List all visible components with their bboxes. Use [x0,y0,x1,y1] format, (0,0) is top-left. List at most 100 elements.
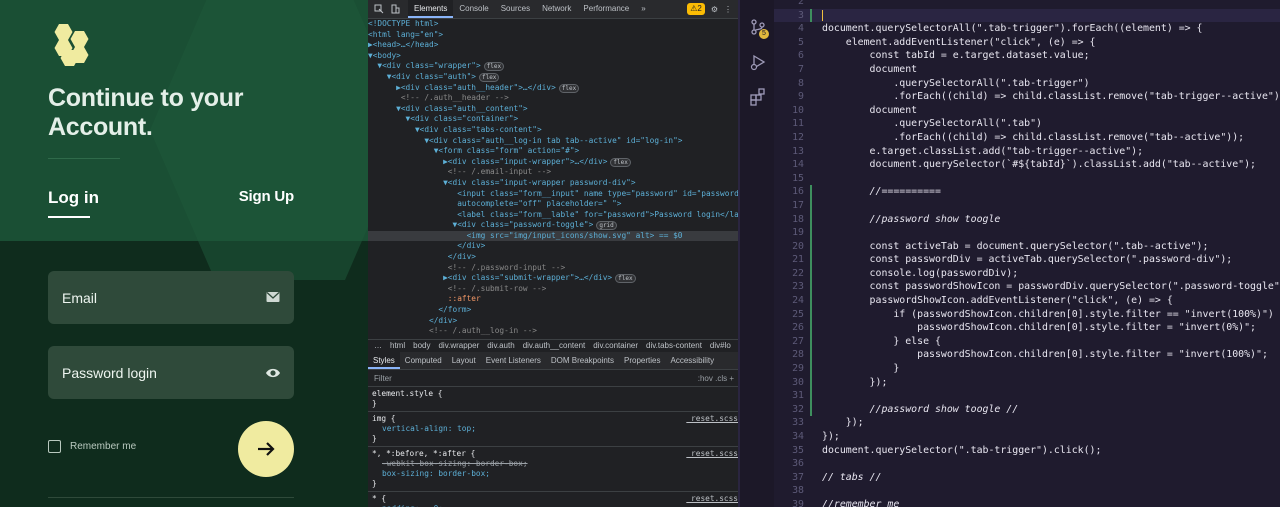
dom-node-row[interactable]: <label class="form__lable" for="password… [368,210,738,221]
code-line[interactable]: 8 .querySelectorAll(".tab-trigger") [774,77,1280,91]
remember-checkbox[interactable] [48,440,61,453]
kebab-menu-icon[interactable]: ⋮ [724,5,732,14]
dom-node-row[interactable]: </div> [368,252,738,263]
dom-node-row[interactable]: ▶<head>…</head> [368,40,738,51]
tab-sources[interactable]: Sources [495,0,536,18]
subtab-properties[interactable]: Properties [619,352,665,369]
code-line[interactable]: 20 const activeTab = document.querySelec… [774,239,1280,254]
dom-node-row[interactable]: ▼<div class="container"> [368,114,738,125]
style-source-link[interactable]: _reset.scss [686,449,738,459]
breadcrumb-item[interactable]: … [374,341,382,350]
breadcrumb-item[interactable]: div.wrapper [438,341,479,350]
code-line[interactable]: 7 document [774,63,1280,77]
code-line[interactable]: 21 const passwordDiv = activeTab.querySe… [774,253,1280,267]
subtab-dom-breakpoints[interactable]: DOM Breakpoints [546,352,619,369]
dom-node-row[interactable]: <!-- /.submit-row --> [368,284,738,295]
tab-elements[interactable]: Elements [408,0,454,18]
code-line[interactable]: 9 .forEach((child) => child.classList.re… [774,90,1280,104]
tab-network[interactable]: Network [536,0,577,18]
code-line[interactable]: 13 e.target.classList.add("tab-trigger--… [774,145,1280,159]
remember-me[interactable]: Remember me [48,440,136,453]
code-line[interactable]: 37 // tabs // [774,471,1280,485]
style-rule[interactable]: * {padding: ▸ 0;_reset.scss [368,492,738,507]
breadcrumb-item[interactable]: div#lo [710,341,731,350]
breadcrumb-item[interactable]: html [390,341,405,350]
dom-node-row[interactable]: ▼<div class="auth__content"> [368,104,738,115]
inspect-icon[interactable] [374,4,384,14]
password-input[interactable] [48,346,294,399]
eye-icon[interactable] [265,367,281,379]
tab-performance[interactable]: Performance [577,0,635,18]
warnings-badge[interactable]: ⚠2 [687,3,705,15]
dom-node-row[interactable]: <!DOCTYPE html> [368,19,738,30]
breadcrumb-item[interactable]: div.container [593,341,638,350]
style-property[interactable]: -webkit-box-sizing: border-box; [372,459,734,469]
style-property[interactable]: vertical-align: top; [372,424,734,434]
dom-node-row[interactable]: <html lang="en"> [368,30,738,41]
code-line[interactable]: 3 [774,8,1280,23]
dom-node-row[interactable]: <!-- /.auth__header --> [368,93,738,104]
dom-node-row[interactable]: ▶<div class="submit-wrapper">…</div> flex [368,273,738,284]
password-field[interactable] [48,346,294,399]
code-line[interactable]: 14 document.querySelector(`#${tabId}`).c… [774,158,1280,172]
more-tabs-button[interactable]: » [635,0,651,18]
code-line[interactable]: 26 passwordShowIcon.children[0].style.fi… [774,321,1280,335]
dom-node-row[interactable]: <!-- /.email-input --> [368,167,738,178]
code-line[interactable]: 28 passwordShowIcon.children[0].style.fi… [774,348,1280,363]
code-line[interactable]: 30 }); [774,375,1280,390]
subtab-event-listeners[interactable]: Event Listeners [481,352,546,369]
code-line[interactable]: 12 .forEach((child) => child.classList.r… [774,131,1280,145]
code-area[interactable]: 2 3 4 document.querySelectorAll(".tab-trigg… [774,0,1280,507]
dom-node-row[interactable]: </form> [368,305,738,316]
filter-tools[interactable]: :hov .cls + [698,374,734,383]
gear-icon[interactable]: ⚙ [711,5,718,14]
code-line[interactable]: 35 document.querySelector(".tab-trigger")… [774,444,1280,458]
dom-node-row[interactable]: ::after [368,294,738,305]
dom-node-row[interactable]: <img src="img/input_icons/show.svg" alt>… [368,230,738,242]
code-line[interactable]: 19 [774,226,1280,240]
layout-badge[interactable]: grid [596,221,617,231]
dom-node-row[interactable]: ▼<div class="auth__log-in tab tab--activ… [368,136,738,147]
styles-filter-input[interactable] [368,372,698,384]
dom-node-row[interactable]: <!-- /.password-input --> [368,263,738,274]
code-line[interactable]: 27 } else { [774,334,1280,349]
dom-node-row[interactable]: ▼<div class="input-wrapper password-div"… [368,178,738,189]
tab-sign-up[interactable]: Sign Up [239,188,294,205]
dom-node-row[interactable]: ▼<body> [368,51,738,62]
style-rule[interactable]: img {vertical-align: top;} _reset.scss [368,412,738,447]
code-line[interactable]: 17 [774,198,1280,213]
breadcrumb-item[interactable]: div.auth__content [523,341,586,350]
dom-node-row[interactable]: ▶<div class="auth__header">…</div> flex [368,83,738,94]
layout-badge[interactable]: flex [483,62,505,72]
subtab-layout[interactable]: Layout [447,352,481,369]
dom-node-row[interactable]: ▼<div class="wrapper"> flex [368,61,738,72]
breadcrumb-item[interactable]: div.auth [487,341,514,350]
style-rule[interactable]: *, *:before, *:after {-webkit-box-sizing… [368,447,738,492]
code-line[interactable]: 2 [774,0,1280,9]
style-rule[interactable]: element.style {} [368,387,738,412]
dom-node-row[interactable]: ▶<div class="input-wrapper">…</div> flex [368,157,738,168]
dom-node-row[interactable]: </div> [368,316,738,327]
breadcrumb-item[interactable]: body [413,341,430,350]
submit-button[interactable] [238,421,294,477]
dom-node-row[interactable]: ▼<form class="form" action="#"> [368,146,738,157]
code-line[interactable]: 29 } [774,362,1280,376]
tab-console[interactable]: Console [453,0,494,18]
device-toggle-icon[interactable] [390,4,400,14]
code-line[interactable]: 39 //remember me [774,498,1280,507]
code-line[interactable]: 10 document [774,104,1280,118]
layout-badge[interactable]: flex [558,83,580,93]
layout-badge[interactable]: flex [478,72,500,82]
code-line[interactable]: 32 //password show toogle // [774,402,1280,417]
code-line[interactable]: 6 const tabId = e.target.dataset.value; [774,49,1280,63]
code-line[interactable]: 25 if (passwordShowIcon.children[0].styl… [774,307,1280,322]
code-line[interactable]: 15 [774,172,1280,186]
dom-node-row[interactable]: <input class="form__input" name type="pa… [368,189,738,200]
dom-node-row[interactable]: <!-- /.auth__log-in --> [368,326,738,337]
code-line[interactable]: 4 document.querySelectorAll(".tab-trigger… [774,22,1280,36]
subtab-styles[interactable]: Styles [368,352,400,369]
code-line[interactable]: 34}); [774,430,1280,444]
style-property[interactable]: box-sizing: border-box; [372,469,734,479]
subtab-computed[interactable]: Computed [400,352,447,369]
code-line[interactable]: 38 [774,484,1280,498]
